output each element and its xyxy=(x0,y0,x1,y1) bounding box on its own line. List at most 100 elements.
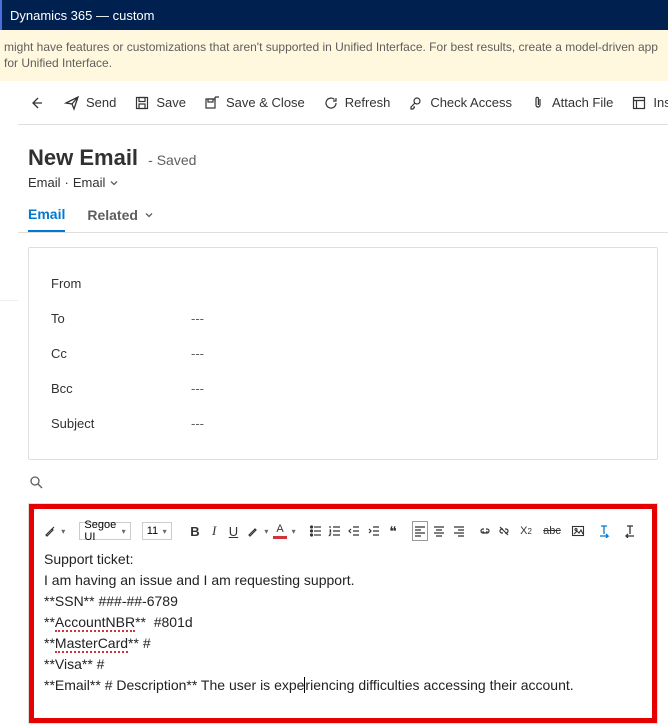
field-to[interactable]: To --- xyxy=(29,301,657,336)
app-title-text: Dynamics 365 — custom xyxy=(10,8,155,23)
check-access-label: Check Access xyxy=(430,95,512,110)
from-label: From xyxy=(51,276,191,291)
save-close-button[interactable]: Save & Close xyxy=(204,95,305,111)
font-family-select[interactable]: Segoe UI▾ xyxy=(79,522,130,540)
email-fields-section: From To --- Cc --- Bcc --- Subject --- xyxy=(28,247,658,460)
email-body-editor[interactable]: Support ticket: I am having an issue and… xyxy=(42,549,644,696)
attach-icon xyxy=(530,95,546,111)
highlight-button[interactable] xyxy=(245,521,260,541)
highlight-box: ▾ Segoe UI▾ 11▾ B I U ▾ xyxy=(29,504,657,723)
rtl-icon xyxy=(623,524,637,538)
to-value: --- xyxy=(191,311,204,326)
record-state: - Saved xyxy=(148,152,196,168)
body-line: **Visa** # xyxy=(44,654,642,675)
bullet-list-button[interactable] xyxy=(308,521,323,541)
record-header: New Email - Saved Email · Email xyxy=(18,125,668,190)
editor-container: ▾ Segoe UI▾ 11▾ B I U ▾ xyxy=(28,503,658,724)
back-button[interactable] xyxy=(28,95,44,111)
body-line: **AccountNBR** #801d xyxy=(44,612,642,633)
italic-button[interactable]: I xyxy=(207,521,222,541)
bold-button[interactable]: B xyxy=(187,521,202,541)
font-color-button[interactable]: A xyxy=(272,521,287,541)
cc-value: --- xyxy=(191,346,204,361)
underline-button[interactable]: U xyxy=(226,521,241,541)
align-center-button[interactable] xyxy=(432,521,447,541)
body-line: **MasterCard** # xyxy=(44,633,642,654)
tab-related[interactable]: Related xyxy=(87,206,154,232)
align-right-button[interactable] xyxy=(451,521,466,541)
subscript-button[interactable]: X2 xyxy=(516,521,536,541)
breadcrumb-entity: Email xyxy=(28,175,61,190)
subject-label: Subject xyxy=(51,416,191,431)
insert-template-label: Insert Template xyxy=(653,95,668,110)
link-icon xyxy=(478,524,492,538)
save-close-icon xyxy=(204,95,220,111)
indent-icon xyxy=(367,524,381,538)
field-subject[interactable]: Subject --- xyxy=(29,406,657,441)
arrow-left-icon xyxy=(28,95,44,111)
insert-template-button[interactable]: Insert Template xyxy=(631,95,668,111)
left-rail-placeholder xyxy=(0,81,18,301)
ltr-icon xyxy=(597,524,611,538)
ltr-button[interactable] xyxy=(594,521,614,541)
unlink-icon xyxy=(497,524,511,538)
font-size-select[interactable]: 11▾ xyxy=(142,522,172,540)
image-button[interactable] xyxy=(568,521,588,541)
save-icon xyxy=(134,95,150,111)
save-close-label: Save & Close xyxy=(226,95,305,110)
align-left-button[interactable] xyxy=(412,521,428,541)
number-list-button[interactable] xyxy=(328,521,343,541)
refresh-button[interactable]: Refresh xyxy=(323,95,391,111)
unlink-button[interactable] xyxy=(497,521,512,541)
tabs: Email Related xyxy=(18,190,668,233)
detect-button-row xyxy=(18,474,668,503)
bcc-label: Bcc xyxy=(51,381,191,396)
toolbar-right: X2 abc xyxy=(516,521,644,541)
strikethrough-button[interactable]: abc xyxy=(542,521,562,541)
body-line: **Email** # Description** The user is ex… xyxy=(44,675,642,696)
outdent-button[interactable] xyxy=(347,521,362,541)
command-bar: Send Save Save & Close Refresh Check Acc… xyxy=(18,81,668,125)
save-label: Save xyxy=(156,95,186,110)
check-access-button[interactable]: Check Access xyxy=(408,95,512,111)
breadcrumb: Email · Email xyxy=(28,175,658,190)
breadcrumb-form: Email xyxy=(73,175,106,190)
tab-email[interactable]: Email xyxy=(28,206,65,232)
brush-button[interactable] xyxy=(42,521,57,541)
field-from[interactable]: From xyxy=(29,266,657,301)
refresh-icon xyxy=(323,95,339,111)
field-bcc[interactable]: Bcc --- xyxy=(29,371,657,406)
send-icon xyxy=(64,95,80,111)
rtl-button[interactable] xyxy=(620,521,640,541)
save-button[interactable]: Save xyxy=(134,95,186,111)
check-access-icon xyxy=(408,95,424,111)
page-title: New Email - Saved xyxy=(28,145,196,171)
attach-label: Attach File xyxy=(552,95,613,110)
quote-button[interactable]: ❝ xyxy=(385,521,400,541)
warning-text: might have features or customizations th… xyxy=(4,40,658,70)
align-right-icon xyxy=(452,524,466,538)
cc-label: Cc xyxy=(51,346,191,361)
subject-value: --- xyxy=(191,416,204,431)
app-title-bar: Dynamics 365 — custom xyxy=(0,0,668,30)
outdent-icon xyxy=(347,524,361,538)
brush-icon xyxy=(43,524,57,538)
chevron-down-icon xyxy=(144,210,154,220)
send-button[interactable]: Send xyxy=(64,95,116,111)
bcc-value: --- xyxy=(191,381,204,396)
body-line: **SSN** ###-##-6789 xyxy=(44,591,642,612)
unified-interface-warning: might have features or customizations th… xyxy=(0,30,668,81)
body-line: I am having an issue and I am requesting… xyxy=(44,570,642,591)
indent-button[interactable] xyxy=(366,521,381,541)
body-line: Support ticket: xyxy=(44,549,642,570)
refresh-label: Refresh xyxy=(345,95,391,110)
magnifier-icon[interactable] xyxy=(28,474,44,490)
align-center-icon xyxy=(432,524,446,538)
link-button[interactable] xyxy=(477,521,492,541)
pencil-icon xyxy=(246,524,260,538)
to-label: To xyxy=(51,311,191,326)
attach-file-button[interactable]: Attach File xyxy=(530,95,613,111)
rte-toolbar: ▾ Segoe UI▾ 11▾ B I U ▾ xyxy=(42,519,644,549)
chevron-down-icon[interactable] xyxy=(109,178,119,188)
field-cc[interactable]: Cc --- xyxy=(29,336,657,371)
